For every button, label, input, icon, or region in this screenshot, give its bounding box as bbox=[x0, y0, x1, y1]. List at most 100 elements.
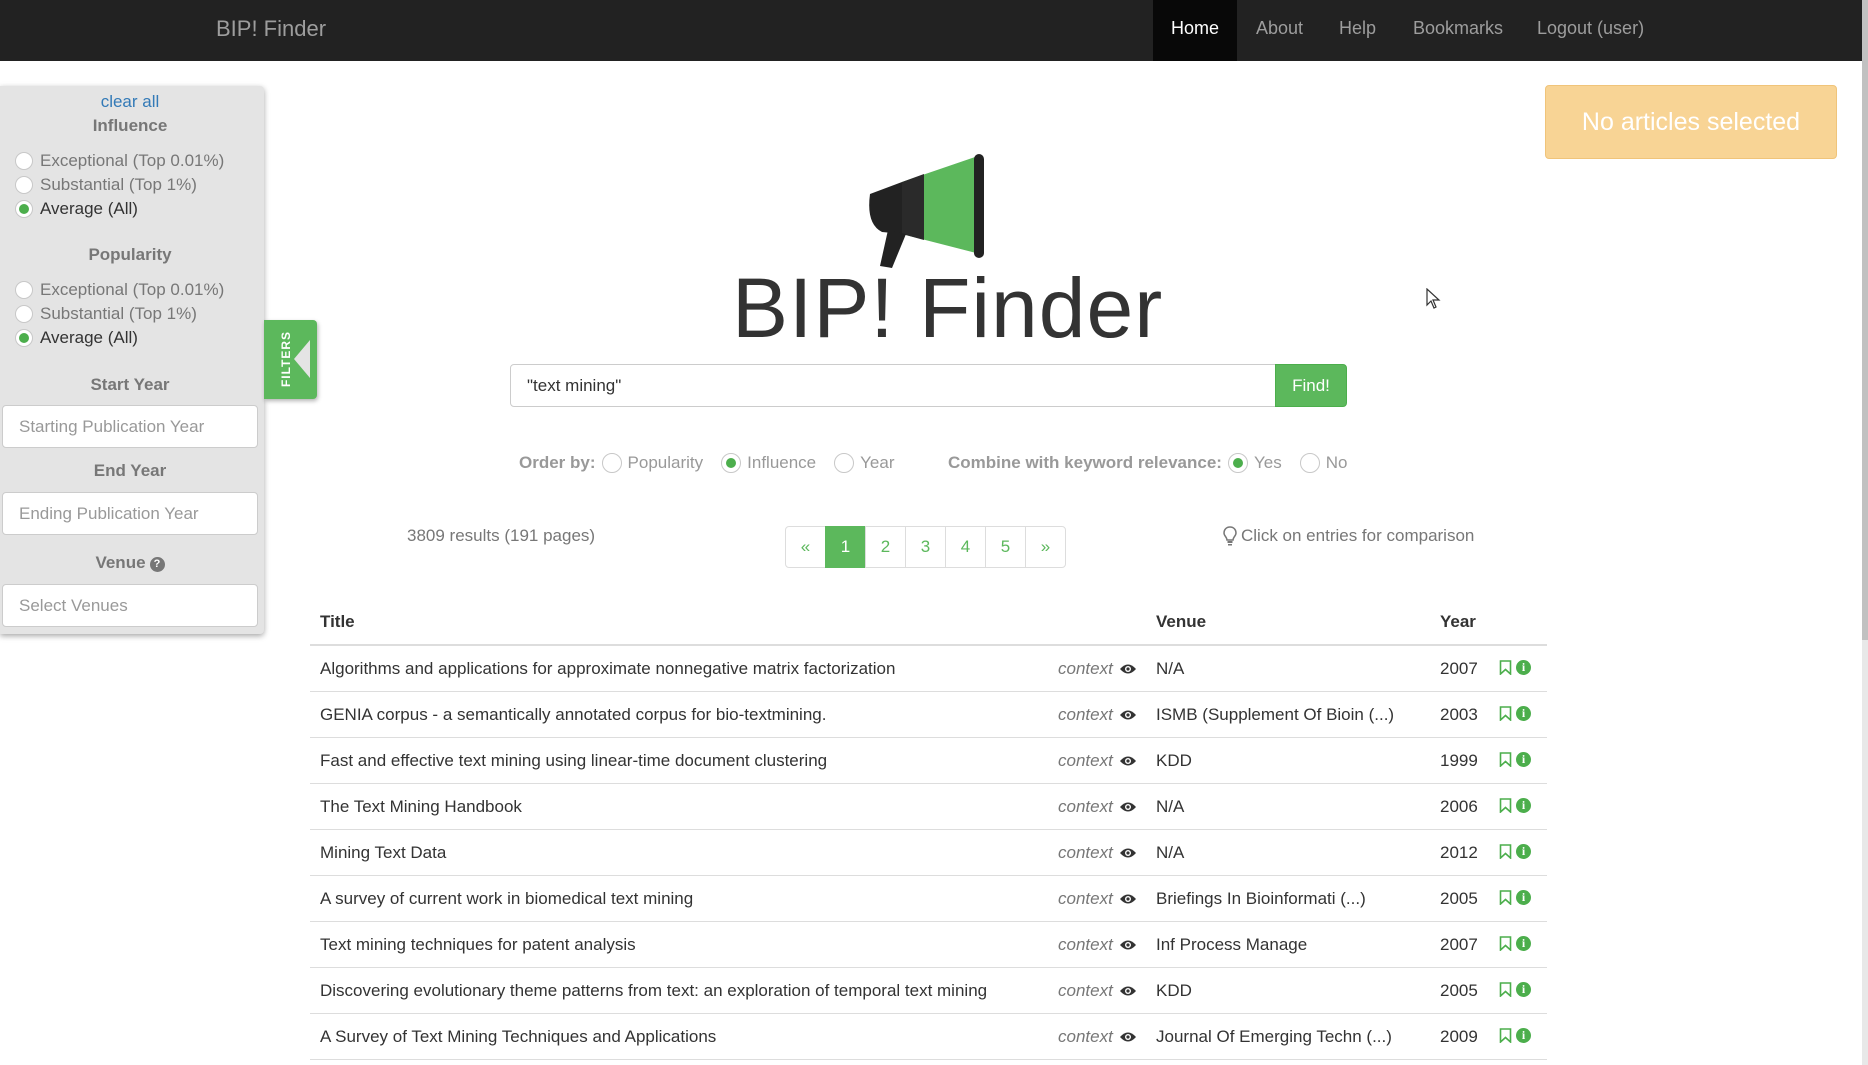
popularity-option-substantial[interactable]: Substantial (Top 1%) bbox=[15, 303, 197, 325]
popularity-option-average[interactable]: Average (All) bbox=[15, 327, 138, 349]
bookmark-icon[interactable] bbox=[1499, 752, 1512, 767]
search-input[interactable] bbox=[510, 364, 1276, 407]
article-title[interactable]: Fast and effective text mining using lin… bbox=[320, 751, 827, 771]
table-row[interactable]: A survey of current work in biomedical t… bbox=[310, 876, 1547, 922]
nav-help[interactable]: Help bbox=[1339, 0, 1376, 61]
order-influence-option[interactable]: Influence bbox=[721, 453, 816, 473]
article-title[interactable]: Algorithms and applications for approxim… bbox=[320, 659, 895, 679]
info-icon[interactable]: i bbox=[1516, 1028, 1531, 1043]
context-link[interactable]: context bbox=[1058, 1027, 1137, 1047]
context-link[interactable]: context bbox=[1058, 889, 1137, 909]
order-popularity-option[interactable]: Popularity bbox=[601, 453, 703, 473]
radio-selected-icon[interactable] bbox=[1227, 453, 1248, 473]
bookmark-icon[interactable] bbox=[1499, 982, 1512, 997]
title-column-header[interactable]: Title bbox=[320, 612, 355, 632]
influence-option-substantial[interactable]: Substantial (Top 1%) bbox=[15, 174, 197, 196]
article-title[interactable]: Mining Text Data bbox=[320, 843, 446, 863]
nav-about[interactable]: About bbox=[1256, 0, 1303, 61]
bookmark-icon[interactable] bbox=[1499, 890, 1512, 905]
filters-toggle-tab[interactable]: FILTERS bbox=[264, 320, 317, 399]
clear-all-link[interactable]: clear all bbox=[0, 92, 260, 112]
radio-selected-icon[interactable] bbox=[721, 453, 742, 473]
table-row[interactable]: Algorithms and applications for approxim… bbox=[310, 646, 1547, 692]
context-link[interactable]: context bbox=[1058, 705, 1137, 725]
bookmark-icon[interactable] bbox=[1499, 798, 1512, 813]
venue-select-input[interactable] bbox=[2, 584, 258, 627]
table-row[interactable]: The Text Mining Handbook context N/A 2006 i bbox=[310, 784, 1547, 830]
nav-logout[interactable]: Logout (user) bbox=[1537, 0, 1644, 61]
page-button-4[interactable]: 4 bbox=[945, 526, 986, 568]
venue-column-header[interactable]: Venue bbox=[1156, 612, 1206, 632]
article-title[interactable]: Text mining techniques for patent analys… bbox=[320, 935, 636, 955]
relevance-yes-option[interactable]: Yes bbox=[1227, 453, 1282, 473]
popularity-option-exceptional[interactable]: Exceptional (Top 0.01%) bbox=[15, 279, 224, 301]
table-row[interactable]: Text mining techniques for patent analys… bbox=[310, 922, 1547, 968]
context-link[interactable]: context bbox=[1058, 751, 1137, 771]
page-button-3[interactable]: 3 bbox=[905, 526, 946, 568]
bookmark-icon[interactable] bbox=[1499, 844, 1512, 859]
radio-icon[interactable] bbox=[601, 453, 622, 473]
comparison-hint: Click on entries for comparison bbox=[1223, 526, 1474, 546]
find-button[interactable]: Find! bbox=[1275, 364, 1347, 407]
end-year-input[interactable] bbox=[2, 492, 258, 535]
year-column-header[interactable]: Year bbox=[1440, 612, 1476, 632]
question-circle-icon[interactable]: ? bbox=[149, 557, 165, 572]
bookmark-icon[interactable] bbox=[1499, 660, 1512, 675]
context-link[interactable]: context bbox=[1058, 935, 1137, 955]
page-button-1[interactable]: 1 bbox=[825, 526, 866, 568]
nav-home[interactable]: Home bbox=[1153, 0, 1237, 61]
radio-icon[interactable] bbox=[15, 176, 33, 194]
info-icon[interactable]: i bbox=[1516, 844, 1531, 859]
context-link[interactable]: context bbox=[1058, 843, 1137, 863]
info-icon[interactable]: i bbox=[1516, 660, 1531, 675]
radio-icon[interactable] bbox=[15, 152, 33, 170]
context-link[interactable]: context bbox=[1058, 797, 1137, 817]
radio-icon[interactable] bbox=[1299, 453, 1320, 473]
article-venue: KDD bbox=[1156, 751, 1192, 770]
order-year-option[interactable]: Year bbox=[834, 453, 895, 473]
bookmark-icon[interactable] bbox=[1499, 936, 1512, 951]
navbar-brand[interactable]: BIP! Finder bbox=[216, 16, 326, 42]
radio-icon[interactable] bbox=[15, 281, 33, 299]
article-year: 2012 bbox=[1440, 843, 1478, 862]
selected-articles-button[interactable]: No articles selected bbox=[1545, 85, 1837, 159]
influence-option-average[interactable]: Average (All) bbox=[15, 198, 138, 220]
info-icon[interactable]: i bbox=[1516, 936, 1531, 951]
article-venue: Inf Process Manage bbox=[1156, 935, 1308, 954]
info-icon[interactable]: i bbox=[1516, 798, 1531, 813]
relevance-no-option[interactable]: No bbox=[1299, 453, 1347, 473]
radio-selected-icon[interactable] bbox=[15, 329, 33, 347]
table-row[interactable]: Fast and effective text mining using lin… bbox=[310, 738, 1547, 784]
radio-icon[interactable] bbox=[834, 453, 855, 473]
filters-panel: clear all Influence Exceptional (Top 0.0… bbox=[0, 86, 264, 634]
bookmark-icon[interactable] bbox=[1499, 1028, 1512, 1043]
article-title[interactable]: The Text Mining Handbook bbox=[320, 797, 522, 817]
info-icon[interactable]: i bbox=[1516, 982, 1531, 997]
radio-selected-icon[interactable] bbox=[15, 200, 33, 218]
radio-icon[interactable] bbox=[15, 305, 33, 323]
table-row[interactable]: Discovering evolutionary theme patterns … bbox=[310, 968, 1547, 1014]
table-row[interactable]: Mining Text Data context N/A 2012 i bbox=[310, 830, 1547, 876]
page-button-5[interactable]: 5 bbox=[985, 526, 1026, 568]
nav-bookmarks[interactable]: Bookmarks bbox=[1413, 0, 1503, 61]
megaphone-icon bbox=[869, 154, 984, 268]
influence-option-exceptional[interactable]: Exceptional (Top 0.01%) bbox=[15, 150, 224, 172]
info-icon[interactable]: i bbox=[1516, 706, 1531, 721]
info-icon[interactable]: i bbox=[1516, 890, 1531, 905]
start-year-input[interactable] bbox=[2, 405, 258, 448]
page-scrollbar[interactable] bbox=[1862, 0, 1868, 1065]
info-icon[interactable]: i bbox=[1516, 752, 1531, 767]
table-row[interactable]: A Survey of Text Mining Techniques and A… bbox=[310, 1014, 1547, 1060]
page-button-2[interactable]: 2 bbox=[865, 526, 906, 568]
context-link[interactable]: context bbox=[1058, 981, 1137, 1001]
bookmark-icon[interactable] bbox=[1499, 706, 1512, 721]
article-title[interactable]: A survey of current work in biomedical t… bbox=[320, 889, 693, 909]
article-title[interactable]: GENIA corpus - a semantically annotated … bbox=[320, 705, 826, 725]
scrollbar-thumb[interactable] bbox=[1862, 0, 1868, 640]
page-prev-button[interactable]: « bbox=[785, 526, 826, 568]
table-row[interactable]: GENIA corpus - a semantically annotated … bbox=[310, 692, 1547, 738]
context-link[interactable]: context bbox=[1058, 659, 1137, 679]
article-title[interactable]: Discovering evolutionary theme patterns … bbox=[320, 981, 987, 1001]
page-next-button[interactable]: » bbox=[1025, 526, 1066, 568]
article-title[interactable]: A Survey of Text Mining Techniques and A… bbox=[320, 1027, 716, 1047]
